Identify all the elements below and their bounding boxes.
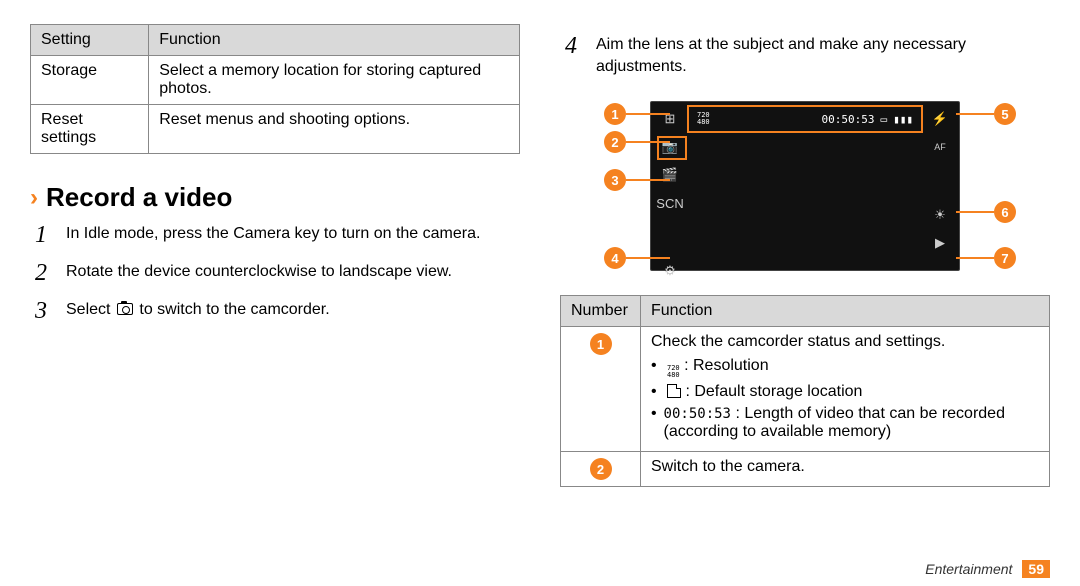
- callout-badge: 1: [590, 333, 612, 355]
- table-row: 1 Check the camcorder status and setting…: [561, 327, 1050, 452]
- section-title-text: Record a video: [46, 182, 232, 213]
- chevron-icon: ›: [30, 184, 38, 212]
- callout-badge: 6: [994, 201, 1016, 223]
- resolution-icon: 720 480: [667, 365, 680, 379]
- step-2: 2 Rotate the device counterclockwise to …: [30, 261, 520, 285]
- focus-icon: AF: [931, 138, 949, 156]
- res-bot: 480: [697, 119, 710, 126]
- step-number: 4: [560, 34, 582, 77]
- exposure-icon: ☀: [931, 206, 949, 224]
- step3-a: Select: [66, 301, 115, 318]
- settings-header-setting: Setting: [31, 25, 149, 56]
- callout-header-number: Number: [561, 296, 641, 327]
- steps-list: 1 In Idle mode, press the Camera key to …: [30, 223, 520, 323]
- detail-resolution: • 720 480 : Resolution: [651, 357, 1039, 379]
- callout-badge: 7: [994, 247, 1016, 269]
- resolution-icon: 720 480: [697, 112, 710, 126]
- callout-1: 1: [604, 103, 670, 125]
- sd-card-icon: [667, 384, 681, 398]
- flash-icon: ⚡: [931, 110, 949, 128]
- right-tool-column: ⚡ AF ☀ ▶: [931, 110, 949, 252]
- callout-badge: 2: [604, 131, 626, 153]
- callout-intro: Check the camcorder status and settings.: [651, 333, 1039, 351]
- viewfinder-diagram: 720 480 00:50:53 ▭ ▮▮▮ ⊞ 📷 🎬 SCN: [590, 91, 1020, 281]
- callout-details: • 720 480 : Resolution •: [651, 357, 1039, 441]
- recording-length: 00:50:53: [822, 113, 875, 126]
- step-number: 1: [30, 223, 52, 247]
- table-row: 2 Switch to the camera.: [561, 452, 1050, 487]
- detail-storage: • : Default storage location: [651, 383, 1039, 401]
- setting-name: Reset settings: [31, 105, 149, 154]
- page-number: 59: [1022, 560, 1050, 578]
- status-left: 720 480: [697, 112, 710, 126]
- callout-table-header: Number Function: [561, 296, 1050, 327]
- viewfinder-screen: 720 480 00:50:53 ▭ ▮▮▮ ⊞ 📷 🎬 SCN: [650, 101, 960, 271]
- step3-b: to switch to the camcorder.: [139, 301, 329, 318]
- settings-table: Setting Function Storage Select a memory…: [30, 24, 520, 154]
- steps-list-right: 4 Aim the lens at the subject and make a…: [560, 34, 1050, 77]
- status-right: 00:50:53 ▭ ▮▮▮: [822, 113, 913, 126]
- callout-4: 4: [604, 247, 670, 269]
- setting-function: Select a memory location for storing cap…: [149, 56, 520, 105]
- step-text: In Idle mode, press the Camera key to tu…: [66, 223, 520, 247]
- page-footer: Entertainment 59: [925, 560, 1050, 578]
- scene-icon: SCN: [661, 194, 679, 212]
- step-3: 3 Select to switch to the camcorder.: [30, 299, 520, 323]
- footer-section: Entertainment: [925, 561, 1012, 577]
- step-text: Rotate the device counterclockwise to la…: [66, 261, 520, 285]
- setting-name: Storage: [31, 56, 149, 105]
- battery-icon: ▮▮▮: [893, 113, 913, 126]
- callout-badge: 3: [604, 169, 626, 191]
- callout-header-function: Function: [641, 296, 1050, 327]
- step-number: 3: [30, 299, 52, 323]
- length-icon: 00:50:53: [664, 406, 731, 422]
- callout-badge: 2: [590, 458, 612, 480]
- callout-function-cell: Switch to the camera.: [641, 452, 1050, 487]
- callout-number-cell: 2: [561, 452, 641, 487]
- section-heading: › Record a video: [30, 182, 520, 213]
- right-column: 4 Aim the lens at the subject and make a…: [560, 24, 1050, 576]
- step-text: Aim the lens at the subject and make any…: [596, 34, 1050, 77]
- callout-6: 6: [956, 201, 1016, 223]
- step-4: 4 Aim the lens at the subject and make a…: [560, 34, 1050, 77]
- callout-badge: 4: [604, 247, 626, 269]
- callout-number-cell: 1: [561, 327, 641, 452]
- gallery-icon: ▶: [931, 234, 949, 252]
- setting-function: Reset menus and shooting options.: [149, 105, 520, 154]
- page: Setting Function Storage Select a memory…: [0, 0, 1080, 586]
- detail-length: • 00:50:53 : Length of video that can be…: [651, 405, 1039, 441]
- callout-3: 3: [604, 169, 670, 191]
- callout-badge: 1: [604, 103, 626, 125]
- callout-2: 2: [604, 131, 670, 153]
- settings-header-function: Function: [149, 25, 520, 56]
- detail-res-text: : Resolution: [684, 357, 769, 374]
- storage-icon: ▭: [881, 113, 888, 126]
- callout-badge: 5: [994, 103, 1016, 125]
- step-number: 2: [30, 261, 52, 285]
- callout-5: 5: [956, 103, 1016, 125]
- status-bar: 720 480 00:50:53 ▭ ▮▮▮: [691, 108, 919, 130]
- table-row: Reset settings Reset menus and shooting …: [31, 105, 520, 154]
- step-text: Select to switch to the camcorder.: [66, 299, 520, 323]
- callout-7: 7: [956, 247, 1016, 269]
- step-1: 1 In Idle mode, press the Camera key to …: [30, 223, 520, 247]
- callout-function-cell: Check the camcorder status and settings.…: [641, 327, 1050, 452]
- detail-storage-text: : Default storage location: [685, 383, 862, 400]
- table-row: Storage Select a memory location for sto…: [31, 56, 520, 105]
- settings-table-header: Setting Function: [31, 25, 520, 56]
- callout-table: Number Function 1 Check the camcorder st…: [560, 295, 1050, 487]
- camera-icon: [117, 303, 133, 315]
- left-column: Setting Function Storage Select a memory…: [30, 24, 520, 576]
